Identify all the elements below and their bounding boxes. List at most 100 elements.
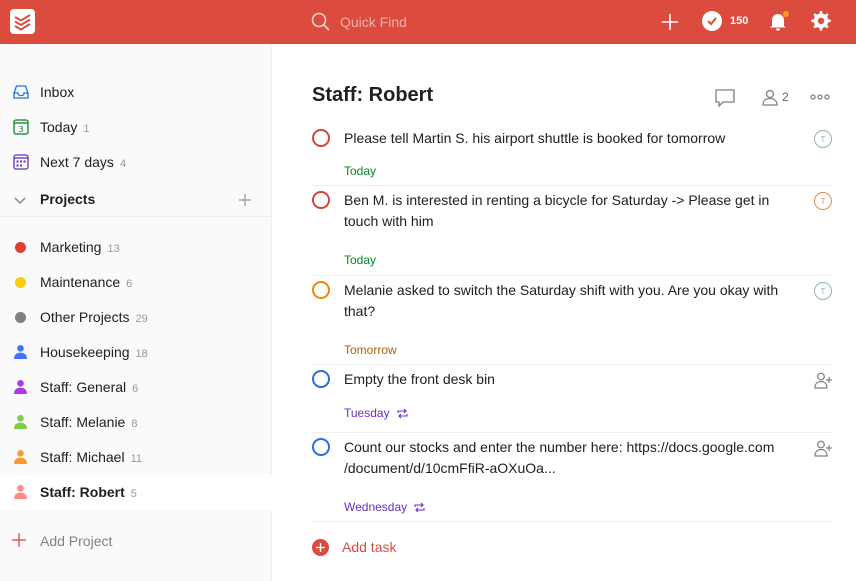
person-icon — [14, 345, 27, 359]
share-project-button[interactable]: 2 — [761, 88, 789, 106]
karma-productivity-button[interactable]: 150 — [702, 11, 748, 31]
task-complete-checkbox[interactable] — [312, 129, 330, 147]
due-date-label: Tomorrow — [344, 343, 397, 357]
top-bar: Quick Find 150 — [0, 0, 856, 44]
sidebar-item-label: Inbox — [40, 84, 75, 100]
add-task-plus-icon[interactable] — [659, 11, 681, 33]
sidebar-project-item[interactable]: Marketing 13 — [0, 230, 272, 265]
task-due-date[interactable]: Today — [344, 164, 376, 178]
task-complete-checkbox[interactable] — [312, 438, 330, 456]
assignee-avatar[interactable]: T — [814, 130, 832, 148]
sidebar-project-item[interactable]: Maintenance 6 — [0, 265, 272, 300]
due-date-label: Today — [344, 253, 377, 267]
project-label: Staff: General — [40, 379, 127, 395]
project-count: 11 — [130, 453, 142, 465]
search-icon — [311, 12, 330, 31]
task-content[interactable]: Count our stocks and enter the number he… — [344, 437, 804, 479]
add-project-label: Add Project — [40, 533, 113, 549]
plus-icon — [12, 533, 26, 547]
person-icon — [14, 380, 27, 394]
task-due-date[interactable]: Today — [344, 253, 376, 267]
task-content[interactable]: Empty the front desk bin — [344, 369, 804, 390]
add-project-plus-icon[interactable] — [236, 191, 254, 209]
page-title: Staff: Robert — [312, 84, 434, 106]
task-content[interactable]: Please tell Martin S. his airport shuttl… — [344, 128, 804, 149]
karma-count: 150 — [730, 15, 749, 27]
assign-person-icon[interactable] — [813, 371, 833, 389]
due-date-label: Today — [344, 164, 377, 178]
calendar-today-icon: 3 — [13, 119, 29, 135]
project-color-dot-icon — [15, 312, 26, 323]
inbox-icon — [13, 85, 29, 99]
more-actions-icon[interactable] — [809, 90, 831, 104]
project-label: Staff: Michael — [40, 449, 125, 465]
gear-icon[interactable] — [810, 10, 832, 32]
task-due-date[interactable]: Tomorrow — [344, 343, 397, 357]
task-due-date[interactable]: Tuesday — [344, 406, 409, 420]
sidebar-item-count: 4 — [119, 158, 127, 170]
project-count: 6 — [132, 383, 139, 395]
karma-check-icon — [702, 11, 722, 31]
quick-find-search[interactable]: Quick Find — [300, 6, 640, 38]
task-complete-checkbox[interactable] — [312, 370, 330, 388]
quick-find-placeholder: Quick Find — [340, 14, 407, 30]
task-item[interactable]: Melanie asked to switch the Saturday shi… — [312, 276, 832, 365]
project-color-dot-icon — [15, 242, 26, 253]
sidebar-project-item[interactable]: Staff: Robert 5 — [0, 475, 272, 510]
sidebar-item-today[interactable]: 3 Today 1 — [0, 110, 272, 144]
project-count: 29 — [135, 313, 148, 325]
due-date-label: Wednesday — [344, 500, 408, 514]
add-task-plus-icon — [312, 538, 329, 556]
project-count: 8 — [131, 418, 138, 430]
share-count: 2 — [782, 90, 789, 104]
task-due-date[interactable]: Wednesday — [344, 500, 426, 514]
projects-section-header[interactable]: Projects — [0, 183, 272, 217]
project-label: Housekeeping — [40, 344, 130, 360]
task-complete-checkbox[interactable] — [312, 281, 330, 299]
assign-person-icon[interactable] — [813, 439, 833, 457]
task-content[interactable]: Melanie asked to switch the Saturday shi… — [344, 280, 804, 322]
task-item[interactable]: Please tell Martin S. his airport shuttl… — [312, 124, 832, 186]
sidebar-project-item[interactable]: Staff: Melanie 8 — [0, 405, 272, 440]
add-task-label: Add task — [342, 539, 397, 555]
sidebar-item-count: 1 — [83, 123, 90, 135]
todoist-logo-icon[interactable] — [10, 9, 35, 34]
project-label: Staff: Robert — [40, 484, 125, 500]
project-color-dot-icon — [15, 277, 26, 288]
add-task-button[interactable]: Add task — [312, 535, 396, 559]
task-complete-checkbox[interactable] — [312, 191, 330, 209]
assignee-avatar[interactable]: T — [814, 192, 832, 210]
project-label: Marketing — [40, 239, 102, 255]
task-item[interactable]: Ben M. is interested in renting a bicycl… — [312, 186, 832, 276]
sidebar-project-item[interactable]: Other Projects 29 — [0, 300, 272, 335]
chevron-down-icon[interactable] — [12, 192, 28, 208]
sidebar-project-item[interactable]: Staff: Michael 11 — [0, 440, 272, 475]
task-item[interactable]: Empty the front desk bin Tuesday — [312, 365, 832, 433]
person-icon — [762, 89, 778, 106]
svg-text:3: 3 — [18, 125, 23, 134]
task-item[interactable]: Count our stocks and enter the number he… — [312, 433, 832, 522]
sidebar-item-label: Today — [40, 119, 78, 135]
person-icon — [14, 485, 27, 499]
sidebar-project-item[interactable]: Housekeeping 18 — [0, 335, 272, 370]
project-count: 6 — [126, 278, 133, 290]
main-content: Staff: Robert 2 Please tell Martin S. hi… — [273, 44, 856, 581]
sidebar: Inbox 3 Today 1 Next 7 days 4 Projects M… — [0, 44, 272, 581]
sidebar-project-item[interactable]: Staff: General 6 — [0, 370, 272, 405]
sidebar-item-next-7-days[interactable]: Next 7 days 4 — [0, 145, 272, 179]
project-label: Other Projects — [40, 309, 130, 325]
recurring-icon — [414, 502, 425, 512]
sidebar-item-inbox[interactable]: Inbox — [0, 75, 272, 109]
project-count: 5 — [130, 488, 137, 500]
add-project-button[interactable]: Add Project — [0, 524, 272, 558]
notifications-button[interactable] — [767, 10, 790, 32]
calendar-week-icon — [13, 154, 29, 170]
person-icon — [14, 450, 27, 464]
project-count: 13 — [107, 243, 120, 255]
sidebar-item-label: Next 7 days — [40, 154, 114, 170]
project-count: 18 — [135, 348, 148, 360]
task-content[interactable]: Ben M. is interested in renting a bicycl… — [344, 190, 804, 232]
assignee-avatar[interactable]: T — [814, 282, 832, 300]
recurring-icon — [397, 408, 408, 418]
comment-icon[interactable] — [714, 88, 736, 108]
